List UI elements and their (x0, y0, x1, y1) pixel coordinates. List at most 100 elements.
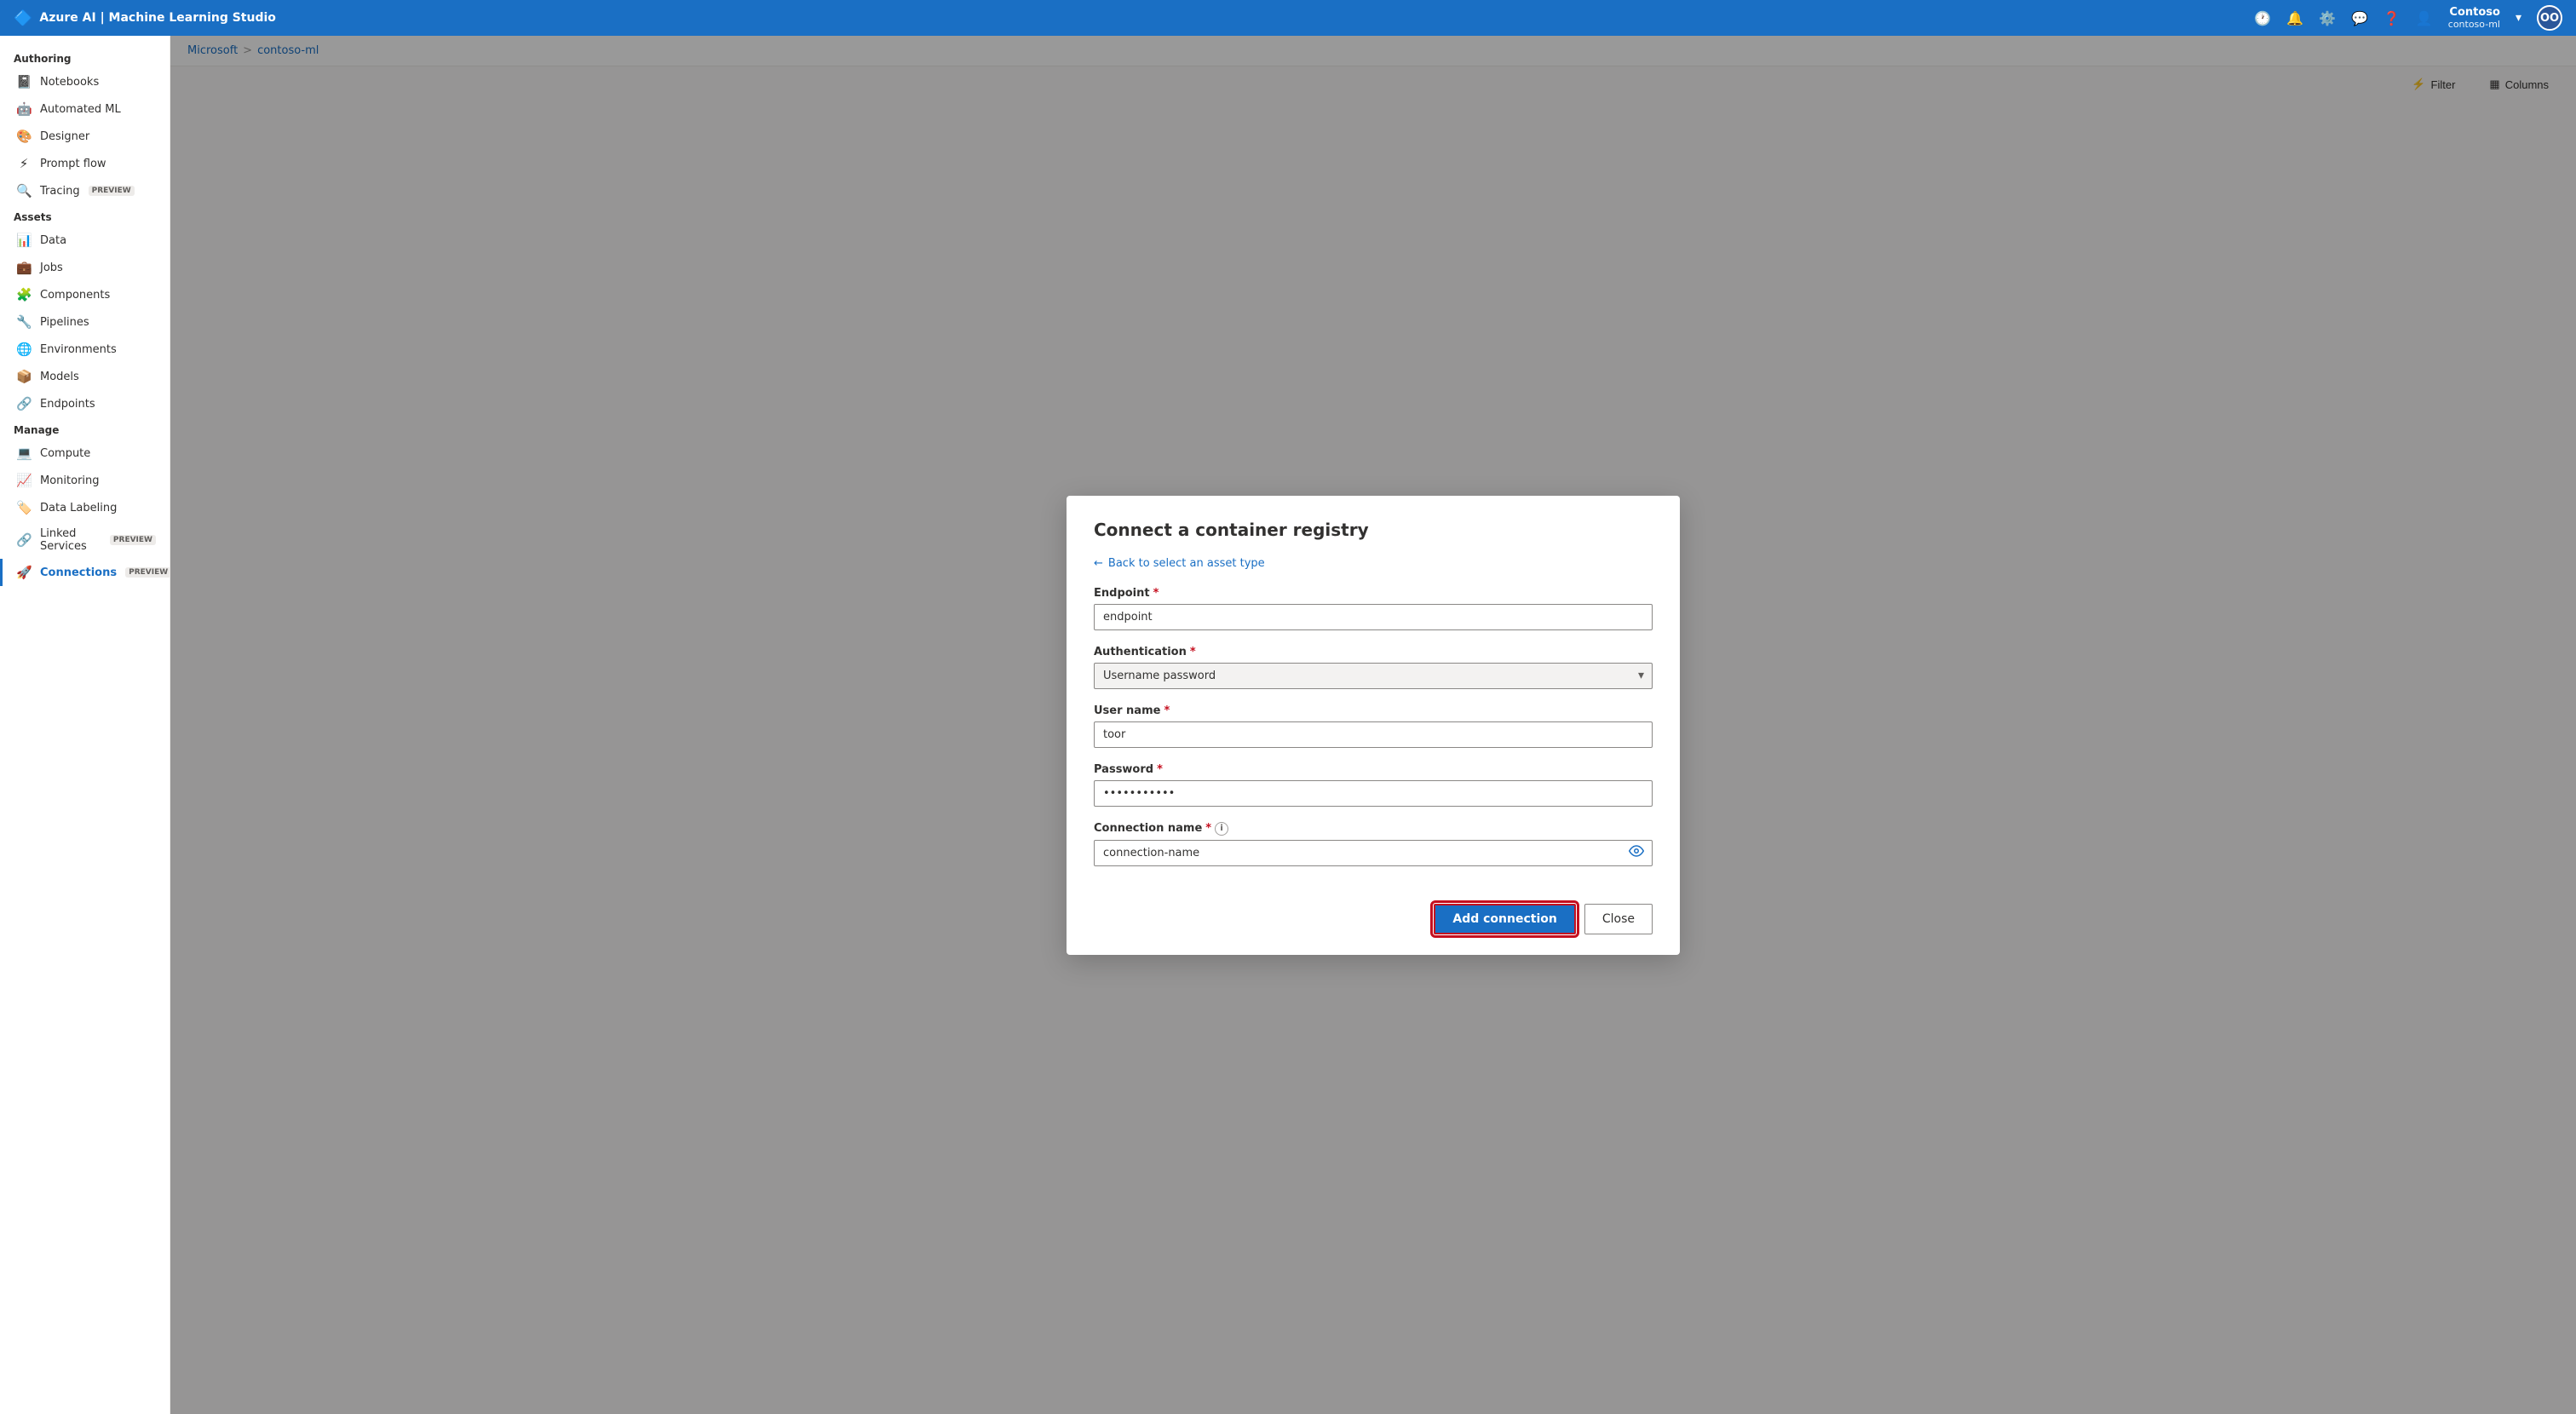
connections-icon: 🚀 (16, 565, 32, 580)
chat-icon[interactable]: 💬 (2351, 10, 2368, 26)
modal-dialog: Connect a container registry ← Back to s… (1067, 496, 1680, 955)
connections-preview-badge: PREVIEW (125, 567, 170, 578)
username-input[interactable] (1094, 721, 1653, 748)
connection-name-info-icon[interactable]: i (1215, 822, 1228, 836)
connection-name-label: Connection name * i (1094, 822, 1653, 836)
connection-name-wrapper (1094, 840, 1653, 866)
user-info: Contoso contoso-ml (2448, 6, 2500, 30)
assets-section-label: Assets (0, 204, 170, 227)
sidebar-label-designer: Designer (40, 130, 89, 143)
bell-icon[interactable]: 🔔 (2286, 10, 2303, 26)
sidebar-label-data-labeling: Data Labeling (40, 502, 117, 514)
sidebar-label-jobs: Jobs (40, 262, 63, 274)
user-workspace: contoso-ml (2448, 19, 2500, 30)
sidebar-label-automated-ml: Automated ML (40, 103, 121, 116)
sidebar-item-notebooks[interactable]: 📓 Notebooks (0, 68, 170, 95)
sidebar-item-automated-ml[interactable]: 🤖 Automated ML (0, 95, 170, 123)
password-field-group: Password * (1094, 763, 1653, 807)
data-icon: 📊 (16, 233, 32, 248)
connection-name-required: * (1205, 822, 1211, 835)
connection-name-field-group: Connection name * i (1094, 822, 1653, 866)
sidebar-item-pipelines[interactable]: 🔧 Pipelines (0, 308, 170, 336)
sidebar-item-endpoints[interactable]: 🔗 Endpoints (0, 390, 170, 417)
sidebar-item-compute[interactable]: 💻 Compute (0, 440, 170, 467)
password-label: Password * (1094, 763, 1653, 776)
back-arrow-icon: ← (1094, 557, 1103, 570)
password-wrapper (1094, 780, 1653, 807)
eye-icon[interactable] (1629, 843, 1644, 862)
avatar[interactable]: OO (2537, 5, 2562, 31)
environments-icon: 🌐 (16, 342, 32, 357)
close-button[interactable]: Close (1584, 904, 1653, 934)
linked-services-icon: 🔗 (16, 532, 32, 548)
sidebar-item-data[interactable]: 📊 Data (0, 227, 170, 254)
username-field-group: User name * (1094, 704, 1653, 748)
sidebar-label-pipelines: Pipelines (40, 316, 89, 329)
endpoint-input[interactable] (1094, 604, 1653, 630)
sidebar-label-compute: Compute (40, 447, 90, 460)
automated-ml-icon: 🤖 (16, 101, 32, 117)
sidebar-item-prompt-flow[interactable]: ⚡ Prompt flow (0, 150, 170, 177)
main-content: Microsoft > contoso-ml ⚡ Filter ▦ Column… (170, 36, 2576, 1414)
sidebar-item-jobs[interactable]: 💼 Jobs (0, 254, 170, 281)
password-input[interactable] (1094, 780, 1653, 807)
jobs-icon: 💼 (16, 260, 32, 275)
sidebar-item-connections[interactable]: 🚀 Connections PREVIEW (0, 559, 170, 586)
topbar-left: 🔷 Azure AI | Machine Learning Studio (14, 9, 276, 27)
connection-name-input[interactable] (1094, 840, 1653, 866)
sidebar-label-models: Models (40, 371, 79, 383)
password-required: * (1157, 763, 1163, 776)
sidebar-label-monitoring: Monitoring (40, 474, 100, 487)
tracing-icon: 🔍 (16, 183, 32, 198)
designer-icon: 🎨 (16, 129, 32, 144)
username-label: User name * (1094, 704, 1653, 717)
authoring-section-label: Authoring (0, 46, 170, 68)
user-icon[interactable]: 👤 (2416, 10, 2433, 26)
chevron-down-icon[interactable]: ▾ (2516, 11, 2521, 25)
sidebar-item-tracing[interactable]: 🔍 Tracing PREVIEW (0, 177, 170, 204)
sidebar-item-models[interactable]: 📦 Models (0, 363, 170, 390)
help-icon[interactable]: ❓ (2383, 10, 2401, 26)
monitoring-icon: 📈 (16, 473, 32, 488)
sidebar-item-environments[interactable]: 🌐 Environments (0, 336, 170, 363)
prompt-flow-icon: ⚡ (16, 156, 32, 171)
endpoint-field-group: Endpoint * (1094, 587, 1653, 630)
sidebar: Authoring 📓 Notebooks 🤖 Automated ML 🎨 D… (0, 36, 170, 1414)
user-name: Contoso (2449, 6, 2500, 19)
sidebar-item-data-labeling[interactable]: 🏷️ Data Labeling (0, 494, 170, 521)
authentication-label: Authentication * (1094, 646, 1653, 658)
sidebar-label-data: Data (40, 234, 66, 247)
sidebar-item-linked-services[interactable]: 🔗 Linked Services PREVIEW (0, 521, 170, 559)
sidebar-item-monitoring[interactable]: 📈 Monitoring (0, 467, 170, 494)
linked-services-preview-badge: PREVIEW (110, 535, 156, 545)
tracing-preview-badge: PREVIEW (89, 186, 135, 196)
settings-icon[interactable]: ⚙️ (2319, 10, 2336, 26)
compute-icon: 💻 (16, 445, 32, 461)
app-title: Azure AI | Machine Learning Studio (39, 11, 275, 25)
modal-overlay: Connect a container registry ← Back to s… (170, 36, 2576, 1414)
sidebar-item-components[interactable]: 🧩 Components (0, 281, 170, 308)
authentication-required: * (1190, 646, 1196, 658)
history-icon[interactable]: 🕐 (2254, 10, 2271, 26)
components-icon: 🧩 (16, 287, 32, 302)
back-button[interactable]: ← Back to select an asset type (1094, 557, 1653, 570)
authentication-select-wrapper: Username password ▾ (1094, 663, 1653, 689)
endpoint-label: Endpoint * (1094, 587, 1653, 600)
endpoints-icon: 🔗 (16, 396, 32, 411)
authentication-select[interactable]: Username password (1094, 663, 1653, 689)
add-connection-button[interactable]: Add connection (1434, 904, 1575, 934)
sidebar-item-designer[interactable]: 🎨 Designer (0, 123, 170, 150)
pipelines-icon: 🔧 (16, 314, 32, 330)
sidebar-label-endpoints: Endpoints (40, 398, 95, 411)
endpoint-required: * (1153, 587, 1159, 600)
sidebar-label-components: Components (40, 289, 110, 302)
topbar-right: 🕐 🔔 ⚙️ 💬 ❓ 👤 Contoso contoso-ml ▾ OO (2254, 5, 2562, 31)
azure-logo-icon: 🔷 (14, 9, 32, 27)
manage-section-label: Manage (0, 417, 170, 440)
sidebar-label-notebooks: Notebooks (40, 76, 99, 89)
username-required: * (1164, 704, 1170, 717)
data-labeling-icon: 🏷️ (16, 500, 32, 515)
authentication-field-group: Authentication * Username password ▾ (1094, 646, 1653, 689)
sidebar-label-connections: Connections (40, 566, 117, 579)
sidebar-label-prompt-flow: Prompt flow (40, 158, 106, 170)
